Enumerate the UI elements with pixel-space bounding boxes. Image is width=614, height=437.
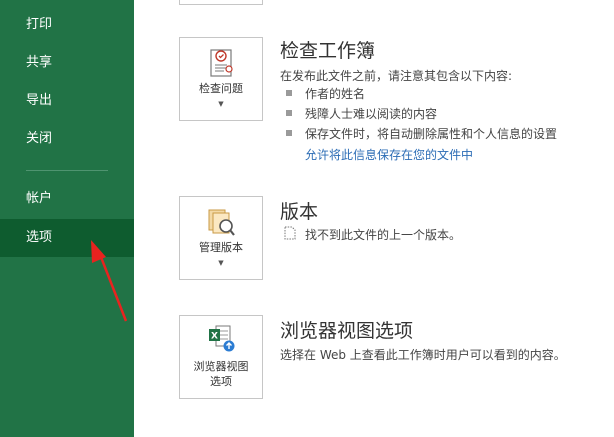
annotation-arrow-icon	[91, 240, 128, 322]
